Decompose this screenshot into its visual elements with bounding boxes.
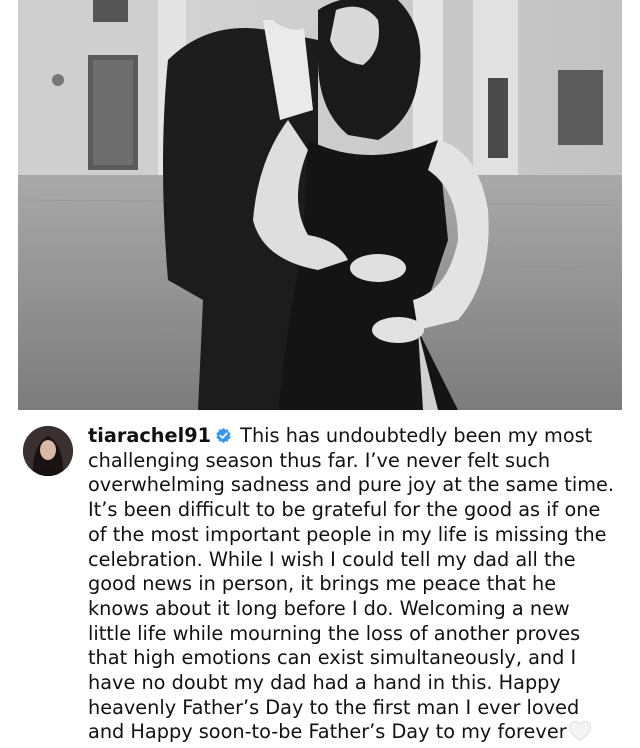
post-photo-illustration: [18, 0, 622, 410]
caption-first-line: This has undoubtedly been my most: [240, 424, 593, 447]
caption-line: heavenly Father’s Day to the first man I…: [88, 695, 580, 719]
caption-line: overwhelming sadness and pure joy at the…: [88, 473, 614, 497]
caption-text: tiarachel91 This has undoubtedly been my…: [88, 424, 618, 745]
avatar[interactable]: [23, 426, 73, 476]
caption-line: It’s been difficult to be grateful for t…: [88, 498, 601, 522]
caption-line: have no doubt my dad had a hand in this.…: [88, 671, 561, 695]
caption-line: little life while mourning the loss of a…: [88, 621, 581, 645]
caption-line: challenging season thus far. I’ve never …: [88, 448, 551, 472]
caption-line: good news in person, it brings me peace …: [88, 572, 557, 596]
white-heart-icon: [568, 721, 591, 742]
post-photo[interactable]: [18, 0, 622, 410]
caption-line: tiarachel91 This has undoubtedly been my…: [88, 424, 618, 449]
avatar-image: [23, 426, 73, 476]
username-link[interactable]: tiarachel91: [88, 424, 211, 447]
caption-line: that high emotions can exist simultaneou…: [88, 646, 577, 670]
instagram-post: tiarachel91 This has undoubtedly been my…: [0, 0, 640, 748]
caption-line: of the most important people in my life …: [88, 522, 607, 546]
caption-line: knows about it long before I do. Welcomi…: [88, 596, 570, 620]
caption-last-line: and Happy soon-to-be Father’s Day to my …: [88, 720, 567, 744]
caption-line: celebration. While I wish I could tell m…: [88, 547, 576, 571]
verified-badge-icon: [216, 427, 231, 444]
caption-line: and Happy soon-to-be Father’s Day to my …: [88, 720, 618, 745]
caption-section: tiarachel91 This has undoubtedly been my…: [0, 410, 640, 748]
